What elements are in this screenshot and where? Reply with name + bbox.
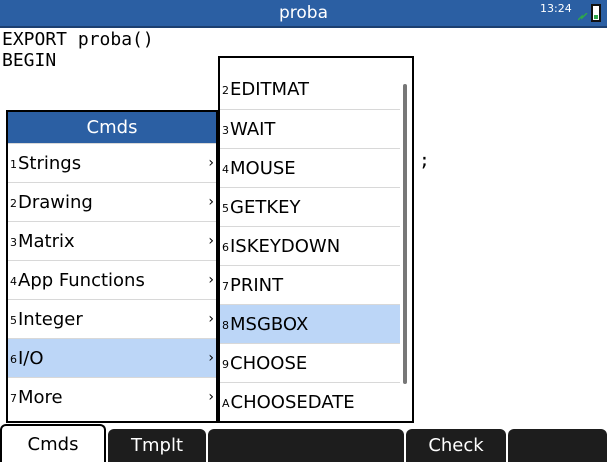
code-editor[interactable]: EXPORT proba() BEGIN: [2, 29, 154, 71]
chevron-right-icon: ›: [208, 233, 214, 249]
submenu-item-msgbox[interactable]: 8MSGBOX: [220, 304, 400, 343]
chevron-right-icon: ›: [208, 194, 214, 210]
chevron-right-icon: ›: [208, 350, 214, 366]
softkey-cmds[interactable]: Cmds: [0, 424, 106, 462]
menu-item-more[interactable]: 7More ›: [8, 377, 216, 416]
menu-item-drawing[interactable]: 2Drawing ›: [8, 182, 216, 221]
softkey-check[interactable]: Check: [406, 429, 506, 462]
submenu-item-editmat[interactable]: 2EDITMAT: [220, 70, 400, 109]
menu-item-integer[interactable]: 5Integer ›: [8, 299, 216, 338]
chevron-right-icon: ›: [208, 311, 214, 327]
submenu-item-choosedate[interactable]: ACHOOSEDATE: [220, 382, 400, 421]
title-bar: proba 13:24: [0, 0, 607, 28]
submenu-item-print[interactable]: 7PRINT: [220, 265, 400, 304]
submenu-item-wait[interactable]: 3WAIT: [220, 109, 400, 148]
soft-key-bar: Cmds Tmplt Check: [0, 424, 607, 462]
menu-item-matrix[interactable]: 3Matrix ›: [8, 221, 216, 260]
io-submenu: 2EDITMAT 3WAIT 4MOUSE 5GETKEY 6ISKEYDOWN…: [218, 56, 414, 423]
code-fragment: ;: [419, 150, 430, 171]
chevron-right-icon: ›: [208, 155, 214, 171]
code-line-1: EXPORT proba(): [2, 29, 154, 50]
softkey-tmplt[interactable]: Tmplt: [108, 429, 206, 462]
battery-icon: [591, 4, 601, 22]
menu-header: Cmds: [8, 112, 216, 143]
submenu-item-iskeydown[interactable]: 6ISKEYDOWN: [220, 226, 400, 265]
menu-item-app-functions[interactable]: 4App Functions ›: [8, 260, 216, 299]
charging-icon: [578, 13, 588, 21]
menu-item-io[interactable]: 6I/O ›: [8, 338, 216, 377]
submenu-item-choose[interactable]: 9CHOOSE: [220, 343, 400, 382]
code-line-2: BEGIN: [2, 50, 57, 71]
app-title: proba: [278, 3, 329, 23]
chevron-right-icon: ›: [208, 272, 214, 288]
menu-item-strings[interactable]: 1Strings ›: [8, 143, 216, 182]
submenu-item-getkey[interactable]: 5GETKEY: [220, 187, 400, 226]
softkey-empty-1[interactable]: [208, 429, 404, 462]
softkey-empty-2[interactable]: [508, 429, 607, 462]
submenu-item-mouse[interactable]: 4MOUSE: [220, 148, 400, 187]
chevron-right-icon: ›: [208, 389, 214, 405]
scrollbar[interactable]: [403, 84, 407, 384]
cmds-menu: Cmds 1Strings › 2Drawing › 3Matrix › 4App F…: [6, 110, 218, 423]
clock: 13:24: [540, 2, 572, 15]
